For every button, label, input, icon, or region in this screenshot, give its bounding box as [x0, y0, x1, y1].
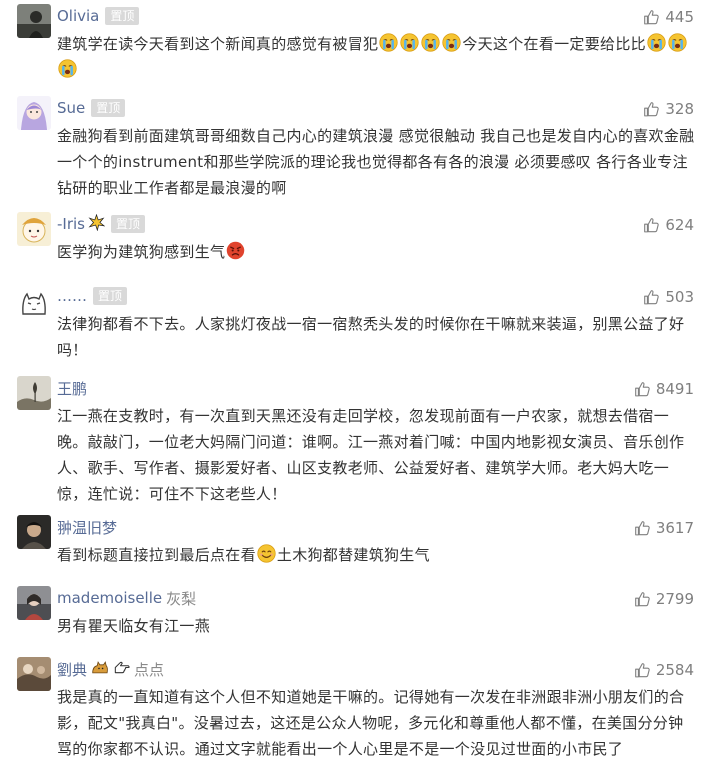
comment-text: 医学狗为建筑狗感到生气 — [57, 239, 697, 265]
avatar[interactable] — [17, 657, 51, 691]
crying-face-icon — [647, 33, 666, 52]
thumbs-up-icon — [634, 520, 651, 537]
like-button[interactable]: 8491 — [634, 378, 694, 400]
thumbs-up-icon — [634, 591, 651, 608]
thumbs-up-icon — [643, 101, 660, 118]
like-count: 445 — [665, 8, 694, 26]
thumbs-up-icon — [634, 662, 651, 679]
thumbs-up-icon — [634, 381, 651, 398]
comment-text: 江一燕在支教时，有一次直到天黑还没有走回学校，忽发现前面有一户农家，就想去借宿一… — [57, 407, 685, 503]
thumbs-up-icon — [643, 289, 660, 306]
comment-list: Olivia 置顶 445 建筑学在读今天看到这个新闻真的感觉有被冒犯 今天这个在… — [0, 0, 714, 781]
angry-face-icon — [226, 241, 245, 260]
like-count: 2799 — [655, 590, 694, 608]
like-count: 3617 — [655, 519, 694, 537]
like-count: 624 — [665, 216, 694, 234]
like-button[interactable]: 2584 — [634, 659, 694, 681]
like-button[interactable]: 503 — [643, 286, 694, 308]
thumbs-up-icon — [643, 217, 660, 234]
username[interactable]: mademoiselle — [57, 589, 162, 607]
comment-text-part: 看到标题直接拉到最后点在看 — [57, 546, 256, 564]
like-count: 2584 — [655, 661, 694, 679]
crying-face-icon — [379, 33, 398, 52]
avatar[interactable] — [17, 586, 51, 620]
avatar[interactable] — [17, 212, 51, 246]
pointing-hand-emoji-icon — [111, 659, 130, 680]
pinned-badge: 置顶 — [111, 215, 146, 233]
username[interactable]: -Iris — [57, 215, 85, 233]
spark-emoji-icon — [88, 213, 106, 235]
like-button[interactable]: 2799 — [634, 588, 694, 610]
like-count: 8491 — [655, 380, 694, 398]
crying-face-icon — [668, 33, 687, 52]
comment-text: 建筑学在读今天看到这个新闻真的感觉有被冒犯 今天这个在看一定要给比比 — [57, 31, 697, 83]
comment-text: 法律狗都看不下去。人家挑灯夜战一宿一宿熬秃头发的时候你在干嘛就来装逼，别黑公益了… — [57, 315, 685, 359]
username[interactable]: …… — [57, 287, 87, 305]
username[interactable]: Sue — [57, 99, 85, 117]
avatar[interactable] — [17, 4, 51, 38]
crying-face-icon — [58, 59, 77, 78]
username-suffix: 灰梨 — [166, 589, 197, 608]
like-count: 503 — [665, 288, 694, 306]
comment-text-part: 土木狗都替建筑狗生气 — [276, 546, 430, 564]
comment-text: 男有瞿天临女有江一燕 — [57, 617, 211, 635]
comment-text-part: 医学狗为建筑狗感到生气 — [57, 243, 226, 261]
comment-text: 我是真的一直知道有这个人但不知道她是干嘛的。记得她有一次发在非洲跟非洲小朋友们的… — [57, 688, 685, 758]
username[interactable]: 劉典 — [57, 659, 87, 680]
dog-emoji-icon — [90, 659, 108, 680]
pinned-badge: 置顶 — [93, 287, 128, 305]
like-count: 328 — [665, 100, 694, 118]
comment-text: 金融狗看到前面建筑哥哥细数自己内心的建筑浪漫 感觉很触动 我自己也是发自内心的喜… — [57, 127, 695, 197]
username-suffix: 点点 — [134, 660, 165, 679]
like-button[interactable]: 328 — [643, 98, 694, 120]
crying-face-icon — [400, 33, 419, 52]
thumbs-up-icon — [643, 9, 660, 26]
crying-face-icon — [442, 33, 461, 52]
smile-face-icon — [257, 544, 276, 563]
avatar[interactable] — [17, 284, 51, 318]
comment-text-part: 今天这个在看一定要给比比 — [462, 35, 646, 53]
crying-face-icon — [421, 33, 440, 52]
username[interactable]: Olivia — [57, 7, 99, 25]
pinned-badge: 置顶 — [105, 7, 140, 25]
comment-text-part: 建筑学在读今天看到这个新闻真的感觉有被冒犯 — [57, 35, 379, 53]
like-button[interactable]: 445 — [643, 6, 694, 28]
username[interactable]: 王鹏 — [57, 378, 87, 399]
avatar[interactable] — [17, 515, 51, 549]
avatar[interactable] — [17, 376, 51, 410]
username[interactable]: 翀温旧梦 — [57, 517, 117, 538]
like-button[interactable]: 624 — [643, 214, 694, 236]
like-button[interactable]: 3617 — [634, 517, 694, 539]
avatar[interactable] — [17, 96, 51, 130]
pinned-badge: 置顶 — [91, 99, 126, 117]
comment-text: 看到标题直接拉到最后点在看 土木狗都替建筑狗生气 — [57, 542, 697, 568]
